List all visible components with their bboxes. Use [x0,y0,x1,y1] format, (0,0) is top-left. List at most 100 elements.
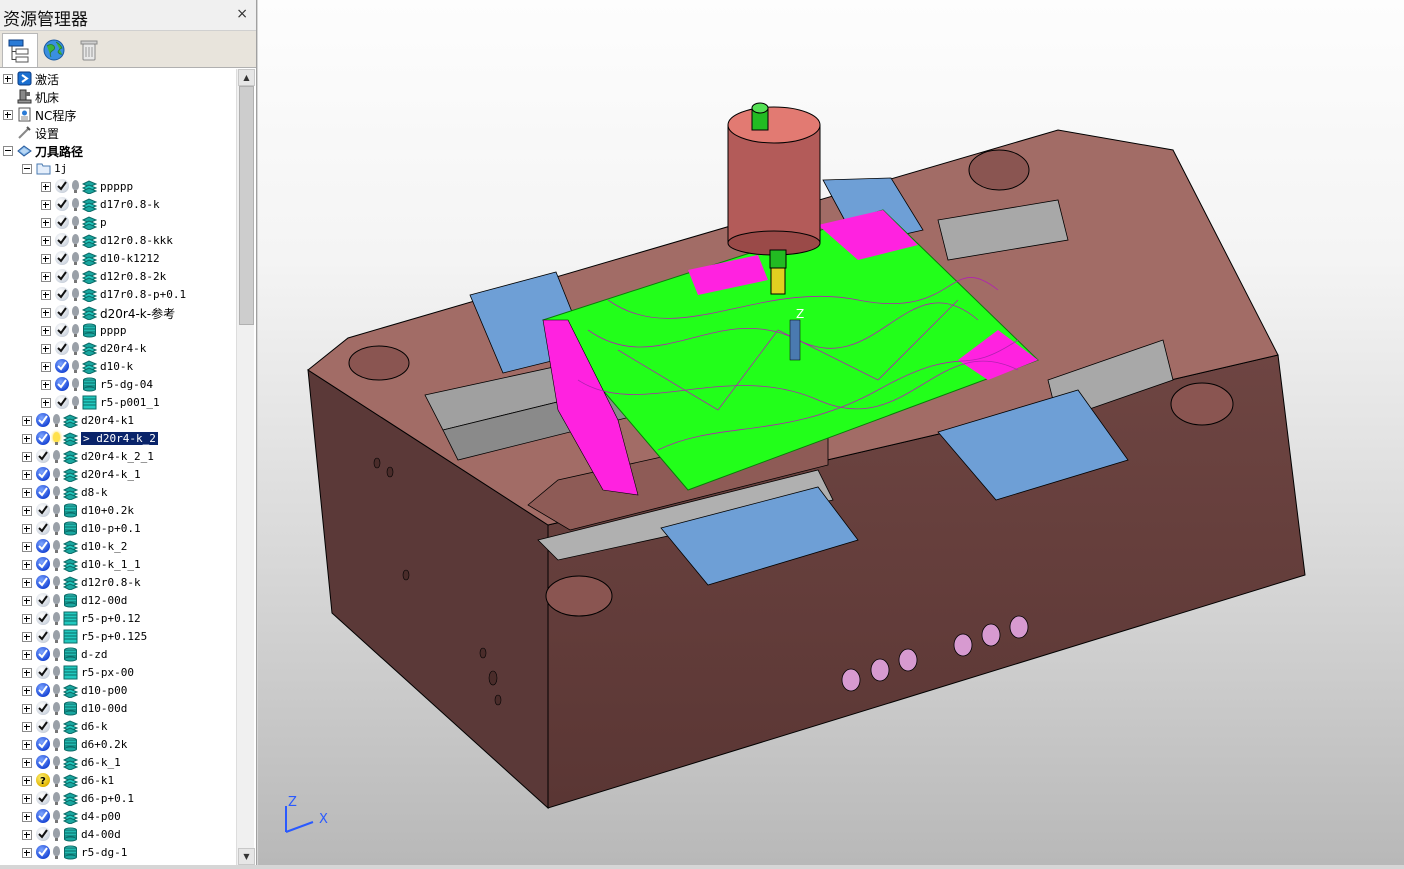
tree-item[interactable]: r5-dg-04 [0,376,236,394]
tree-item[interactable]: d4-00d [0,826,236,844]
lightbulb-icon[interactable] [53,576,60,589]
tree-item[interactable]: d10-00d [0,700,236,718]
lightbulb-icon[interactable] [53,720,60,733]
expand-toggle-icon[interactable] [22,650,32,660]
tree-item[interactable]: d10-k [0,358,236,376]
expand-toggle-icon[interactable] [41,254,51,264]
lightbulb-icon[interactable] [53,792,60,805]
tree-item[interactable]: d12r0.8-kkk [0,232,236,250]
lightbulb-icon[interactable] [53,504,60,517]
tree-item[interactable]: d12-00d [0,592,236,610]
expand-toggle-icon[interactable] [22,848,32,858]
close-button[interactable]: × [236,6,248,22]
tree-item[interactable]: d20r4-k1 [0,412,236,430]
lightbulb-icon[interactable] [53,846,60,859]
tree-item[interactable]: 1j [0,160,236,178]
expand-toggle-icon[interactable] [41,290,51,300]
collapse-toggle-icon[interactable] [3,146,13,156]
tree-item[interactable]: d20r4-k [0,340,236,358]
lightbulb-icon[interactable] [72,198,79,211]
expand-toggle-icon[interactable] [22,560,32,570]
lightbulb-icon[interactable] [53,414,60,427]
lightbulb-icon[interactable] [72,342,79,355]
lightbulb-icon[interactable] [72,378,79,391]
lightbulb-icon[interactable] [53,594,60,607]
tree-item[interactable]: d6-p+0.1 [0,790,236,808]
lightbulb-icon[interactable] [53,774,60,787]
expand-toggle-icon[interactable] [22,596,32,606]
expand-toggle-icon[interactable] [22,722,32,732]
tab-globe[interactable] [38,33,72,66]
tree-item[interactable]: 刀具路径 [0,142,236,160]
tree-item[interactable]: d17r0.8-p+0.1 [0,286,236,304]
expand-toggle-icon[interactable] [22,776,32,786]
scroll-thumb[interactable] [239,86,254,325]
tab-recycle-bin[interactable] [72,33,106,66]
tree-item[interactable]: 设置 [0,124,236,142]
expand-toggle-icon[interactable] [22,452,32,462]
tree-item[interactable]: d10-k1212 [0,250,236,268]
expand-toggle-icon[interactable] [41,236,51,246]
tree-item[interactable]: d10+0.2k [0,502,236,520]
lightbulb-icon[interactable] [53,486,60,499]
expand-toggle-icon[interactable] [22,704,32,714]
expand-toggle-icon[interactable] [22,416,32,426]
tree-item[interactable]: r5-p001_1 [0,394,236,412]
expand-toggle-icon[interactable] [22,614,32,624]
expand-toggle-icon[interactable] [22,488,32,498]
lightbulb-icon[interactable] [72,306,79,319]
tree-item[interactable]: d4-p00 [0,808,236,826]
tree-item[interactable]: NC程序 [0,106,236,124]
tree-item[interactable]: 激活 [0,70,236,88]
tree-item[interactable]: d10-k_2 [0,538,236,556]
lightbulb-icon[interactable] [53,738,60,751]
lightbulb-icon[interactable] [72,360,79,373]
lightbulb-icon[interactable] [53,630,60,643]
lightbulb-icon[interactable] [53,468,60,481]
tree-item[interactable]: d10-p00 [0,682,236,700]
tree-item[interactable]: r5-p+0.12 [0,610,236,628]
scroll-down-button[interactable]: ▼ [238,848,255,865]
expand-toggle-icon[interactable] [41,182,51,192]
tree-item[interactable]: r5-px-00 [0,664,236,682]
tree-item[interactable]: pppp [0,322,236,340]
expand-toggle-icon[interactable] [22,470,32,480]
expand-toggle-icon[interactable] [3,110,13,120]
expand-toggle-icon[interactable] [22,686,32,696]
tree-item[interactable]: d20r4-k_1 [0,466,236,484]
lightbulb-icon[interactable] [72,180,79,193]
tree-item[interactable]: d20r4-k_2_1 [0,448,236,466]
expand-toggle-icon[interactable] [22,524,32,534]
tree-item[interactable]: d12r0.8-k [0,574,236,592]
lightbulb-icon[interactable] [53,432,60,445]
lightbulb-icon[interactable] [53,756,60,769]
expand-toggle-icon[interactable] [22,830,32,840]
expand-toggle-icon[interactable] [22,812,32,822]
tree-item[interactable]: d12r0.8-2k [0,268,236,286]
expand-toggle-icon[interactable] [22,632,32,642]
expand-toggle-icon[interactable] [22,434,32,444]
lightbulb-icon[interactable] [53,702,60,715]
tree-item[interactable]: d-zd [0,646,236,664]
expand-toggle-icon[interactable] [41,344,51,354]
tree-item[interactable]: d6-k_1 [0,754,236,772]
expand-toggle-icon[interactable] [22,740,32,750]
lightbulb-icon[interactable] [72,234,79,247]
expand-toggle-icon[interactable] [41,380,51,390]
expand-toggle-icon[interactable] [41,326,51,336]
lightbulb-icon[interactable] [53,648,60,661]
tree-item[interactable]: d20r4-k-参考 [0,304,236,322]
tree-item[interactable]: d6+0.2k [0,736,236,754]
expand-toggle-icon[interactable] [41,398,51,408]
expand-toggle-icon[interactable] [3,74,13,84]
lightbulb-icon[interactable] [72,324,79,337]
lightbulb-icon[interactable] [53,810,60,823]
expand-toggle-icon[interactable] [22,578,32,588]
expand-toggle-icon[interactable] [22,668,32,678]
tree-scrollbar[interactable]: ▲ ▼ [236,69,255,865]
lightbulb-icon[interactable] [53,558,60,571]
tree-item[interactable]: r5-p+0.125 [0,628,236,646]
lightbulb-icon[interactable] [53,450,60,463]
tree-item[interactable]: > d20r4-k_2 [0,430,236,448]
expand-toggle-icon[interactable] [41,308,51,318]
